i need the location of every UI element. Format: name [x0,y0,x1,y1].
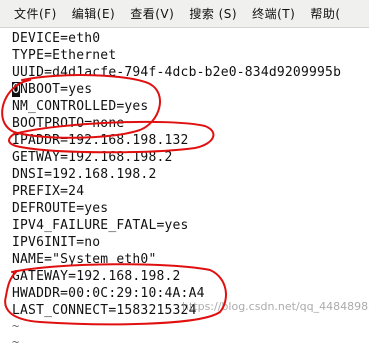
config-line-getway: GETWAY=192.168.198.2 [12,150,173,165]
menu-view[interactable]: 查看(V) [130,5,174,22]
menu-help[interactable]: 帮助( [310,5,340,22]
menu-terminal[interactable]: 终端(T) [252,5,295,22]
text-cursor: O [12,82,21,97]
config-line-onboot: ONBOOT=yes [12,81,92,98]
watermark: https://blog.csdn.net/qq_44848986 [182,300,369,313]
config-line-device: DEVICE=eth0 [12,31,101,46]
empty-line-marker: ~ [12,319,20,333]
config-line-ipv4-failure-fatal: IPV4_FAILURE_FATAL=yes [12,218,189,233]
config-line-last-connect: LAST_CONNECT=1583215324 [12,303,197,318]
menu-search[interactable]: 搜索 (S) [189,5,237,22]
menu-file[interactable]: 文件(F) [14,5,57,22]
config-line-defroute: DEFROUTE=yes [12,201,109,216]
config-line-uuid: UUID=d4d1acfe-794f-4dcb-b2e0-834d9209995… [12,65,342,80]
empty-line-marker: ~ [12,335,20,349]
menu-bar: 文件(F) 编辑(E) 查看(V) 搜索 (S) 终端(T) 帮助( [0,0,369,28]
config-line-nm-controlled: NM_CONTROLLED=yes [12,99,149,114]
config-line-hwaddr: HWADDR=00:0C:29:10:4A:A4 [12,286,205,301]
config-line-dnsi: DNSI=192.168.198.2 [12,167,157,182]
config-line-prefix: PREFIX=24 [12,184,85,199]
menu-edit[interactable]: 编辑(E) [72,5,115,22]
config-line-ipaddr: IPADDR=192.168.198.132 [12,133,189,148]
config-line-name: NAME="System eth0" [12,252,157,267]
config-line-bootproto: BOOTPROTO=none [12,116,125,131]
config-line-ipv6init: IPV6INIT=no [12,235,101,250]
config-line-gateway: GATEWAY=192.168.198.2 [12,269,181,284]
config-line-type: TYPE=Ethernet [12,48,117,63]
onboot-rest: NBOOT=yes [20,82,93,97]
